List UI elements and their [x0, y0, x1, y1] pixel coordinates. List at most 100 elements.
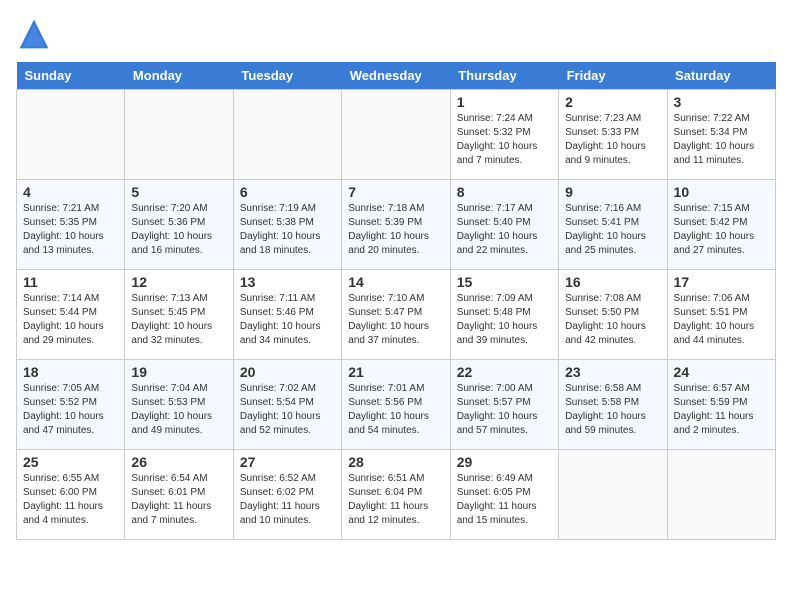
day-cell: 8 Sunrise: 7:17 AM Sunset: 5:40 PM Daylig…	[450, 180, 558, 270]
week-row-5: 25 Sunrise: 6:55 AM Sunset: 6:00 PM Dayli…	[17, 450, 776, 540]
day-cell: 28 Sunrise: 6:51 AM Sunset: 6:04 PM Dayli…	[342, 450, 450, 540]
day-cell	[233, 90, 341, 180]
day-number: 25	[23, 454, 118, 470]
logo	[16, 16, 56, 52]
week-row-2: 4 Sunrise: 7:21 AM Sunset: 5:35 PM Daylig…	[17, 180, 776, 270]
day-number: 18	[23, 364, 118, 380]
day-cell	[667, 450, 775, 540]
day-info: Sunrise: 7:17 AM Sunset: 5:40 PM Dayligh…	[457, 202, 552, 258]
day-info: Sunrise: 7:20 AM Sunset: 5:36 PM Dayligh…	[131, 202, 226, 258]
day-info: Sunrise: 7:23 AM Sunset: 5:33 PM Dayligh…	[565, 112, 660, 168]
day-info: Sunrise: 7:04 AM Sunset: 5:53 PM Dayligh…	[131, 382, 226, 438]
day-cell: 10 Sunrise: 7:15 AM Sunset: 5:42 PM Dayli…	[667, 180, 775, 270]
logo-icon	[16, 16, 52, 52]
col-header-friday: Friday	[559, 62, 667, 90]
day-number: 19	[131, 364, 226, 380]
week-row-3: 11 Sunrise: 7:14 AM Sunset: 5:44 PM Dayli…	[17, 270, 776, 360]
day-info: Sunrise: 7:21 AM Sunset: 5:35 PM Dayligh…	[23, 202, 118, 258]
day-cell: 1 Sunrise: 7:24 AM Sunset: 5:32 PM Daylig…	[450, 90, 558, 180]
day-info: Sunrise: 7:11 AM Sunset: 5:46 PM Dayligh…	[240, 292, 335, 348]
day-number: 11	[23, 274, 118, 290]
day-info: Sunrise: 6:51 AM Sunset: 6:04 PM Dayligh…	[348, 472, 443, 528]
day-number: 26	[131, 454, 226, 470]
col-header-thursday: Thursday	[450, 62, 558, 90]
day-number: 21	[348, 364, 443, 380]
day-info: Sunrise: 7:22 AM Sunset: 5:34 PM Dayligh…	[674, 112, 769, 168]
day-number: 3	[674, 94, 769, 110]
day-info: Sunrise: 7:13 AM Sunset: 5:45 PM Dayligh…	[131, 292, 226, 348]
calendar-table: SundayMondayTuesdayWednesdayThursdayFrid…	[16, 62, 776, 540]
day-number: 7	[348, 184, 443, 200]
day-number: 4	[23, 184, 118, 200]
day-info: Sunrise: 6:57 AM Sunset: 5:59 PM Dayligh…	[674, 382, 769, 438]
day-number: 8	[457, 184, 552, 200]
day-info: Sunrise: 6:54 AM Sunset: 6:01 PM Dayligh…	[131, 472, 226, 528]
day-cell: 15 Sunrise: 7:09 AM Sunset: 5:48 PM Dayli…	[450, 270, 558, 360]
day-cell	[342, 90, 450, 180]
day-info: Sunrise: 7:15 AM Sunset: 5:42 PM Dayligh…	[674, 202, 769, 258]
day-info: Sunrise: 6:58 AM Sunset: 5:58 PM Dayligh…	[565, 382, 660, 438]
day-number: 23	[565, 364, 660, 380]
day-number: 1	[457, 94, 552, 110]
day-cell: 11 Sunrise: 7:14 AM Sunset: 5:44 PM Dayli…	[17, 270, 125, 360]
col-header-tuesday: Tuesday	[233, 62, 341, 90]
day-cell: 22Sunrise: 7:00 AM Sunset: 5:57 PM Dayli…	[450, 360, 558, 450]
day-cell: 16Sunrise: 7:08 AM Sunset: 5:50 PM Dayli…	[559, 270, 667, 360]
col-header-sunday: Sunday	[17, 62, 125, 90]
day-cell: 27 Sunrise: 6:52 AM Sunset: 6:02 PM Dayli…	[233, 450, 341, 540]
day-info: Sunrise: 7:10 AM Sunset: 5:47 PM Dayligh…	[348, 292, 443, 348]
day-info: Sunrise: 7:18 AM Sunset: 5:39 PM Dayligh…	[348, 202, 443, 258]
day-info: Sunrise: 7:19 AM Sunset: 5:38 PM Dayligh…	[240, 202, 335, 258]
day-info: Sunrise: 7:24 AM Sunset: 5:32 PM Dayligh…	[457, 112, 552, 168]
day-cell: 7 Sunrise: 7:18 AM Sunset: 5:39 PM Daylig…	[342, 180, 450, 270]
day-number: 24	[674, 364, 769, 380]
day-cell: 20 Sunrise: 7:02 AM Sunset: 5:54 PM Dayli…	[233, 360, 341, 450]
day-info: Sunrise: 6:49 AM Sunset: 6:05 PM Dayligh…	[457, 472, 552, 528]
day-info: Sunrise: 6:55 AM Sunset: 6:00 PM Dayligh…	[23, 472, 118, 528]
day-cell: 26 Sunrise: 6:54 AM Sunset: 6:01 PM Dayli…	[125, 450, 233, 540]
day-number: 17	[674, 274, 769, 290]
day-cell: 6 Sunrise: 7:19 AM Sunset: 5:38 PM Daylig…	[233, 180, 341, 270]
day-info: Sunrise: 7:16 AM Sunset: 5:41 PM Dayligh…	[565, 202, 660, 258]
day-info: Sunrise: 7:14 AM Sunset: 5:44 PM Dayligh…	[23, 292, 118, 348]
day-number: 14	[348, 274, 443, 290]
day-cell	[559, 450, 667, 540]
day-info: Sunrise: 7:09 AM Sunset: 5:48 PM Dayligh…	[457, 292, 552, 348]
day-cell: 2 Sunrise: 7:23 AM Sunset: 5:33 PM Daylig…	[559, 90, 667, 180]
day-number: 12	[131, 274, 226, 290]
day-info: Sunrise: 7:06 AM Sunset: 5:51 PM Dayligh…	[674, 292, 769, 348]
day-number: 27	[240, 454, 335, 470]
day-cell: 14 Sunrise: 7:10 AM Sunset: 5:47 PM Dayli…	[342, 270, 450, 360]
day-cell: 5Sunrise: 7:20 AM Sunset: 5:36 PM Daylig…	[125, 180, 233, 270]
day-cell: 25 Sunrise: 6:55 AM Sunset: 6:00 PM Dayli…	[17, 450, 125, 540]
day-cell: 19 Sunrise: 7:04 AM Sunset: 5:53 PM Dayli…	[125, 360, 233, 450]
day-number: 29	[457, 454, 552, 470]
col-header-monday: Monday	[125, 62, 233, 90]
day-number: 10	[674, 184, 769, 200]
day-info: Sunrise: 7:08 AM Sunset: 5:50 PM Dayligh…	[565, 292, 660, 348]
day-number: 28	[348, 454, 443, 470]
day-number: 9	[565, 184, 660, 200]
day-info: Sunrise: 7:01 AM Sunset: 5:56 PM Dayligh…	[348, 382, 443, 438]
day-number: 2	[565, 94, 660, 110]
day-cell: 13Sunrise: 7:11 AM Sunset: 5:46 PM Dayli…	[233, 270, 341, 360]
day-cell: 4 Sunrise: 7:21 AM Sunset: 5:35 PM Daylig…	[17, 180, 125, 270]
day-info: Sunrise: 6:52 AM Sunset: 6:02 PM Dayligh…	[240, 472, 335, 528]
day-cell: 24 Sunrise: 6:57 AM Sunset: 5:59 PM Dayli…	[667, 360, 775, 450]
week-row-1: 1 Sunrise: 7:24 AM Sunset: 5:32 PM Daylig…	[17, 90, 776, 180]
day-number: 6	[240, 184, 335, 200]
day-number: 15	[457, 274, 552, 290]
day-cell: 3 Sunrise: 7:22 AM Sunset: 5:34 PM Daylig…	[667, 90, 775, 180]
day-number: 20	[240, 364, 335, 380]
col-header-wednesday: Wednesday	[342, 62, 450, 90]
day-info: Sunrise: 7:05 AM Sunset: 5:52 PM Dayligh…	[23, 382, 118, 438]
col-header-saturday: Saturday	[667, 62, 775, 90]
day-cell: 21 Sunrise: 7:01 AM Sunset: 5:56 PM Dayli…	[342, 360, 450, 450]
day-info: Sunrise: 7:02 AM Sunset: 5:54 PM Dayligh…	[240, 382, 335, 438]
week-row-4: 18 Sunrise: 7:05 AM Sunset: 5:52 PM Dayli…	[17, 360, 776, 450]
day-cell: 12 Sunrise: 7:13 AM Sunset: 5:45 PM Dayli…	[125, 270, 233, 360]
day-cell: 23 Sunrise: 6:58 AM Sunset: 5:58 PM Dayli…	[559, 360, 667, 450]
day-cell	[17, 90, 125, 180]
day-number: 22	[457, 364, 552, 380]
day-cell: 18 Sunrise: 7:05 AM Sunset: 5:52 PM Dayli…	[17, 360, 125, 450]
